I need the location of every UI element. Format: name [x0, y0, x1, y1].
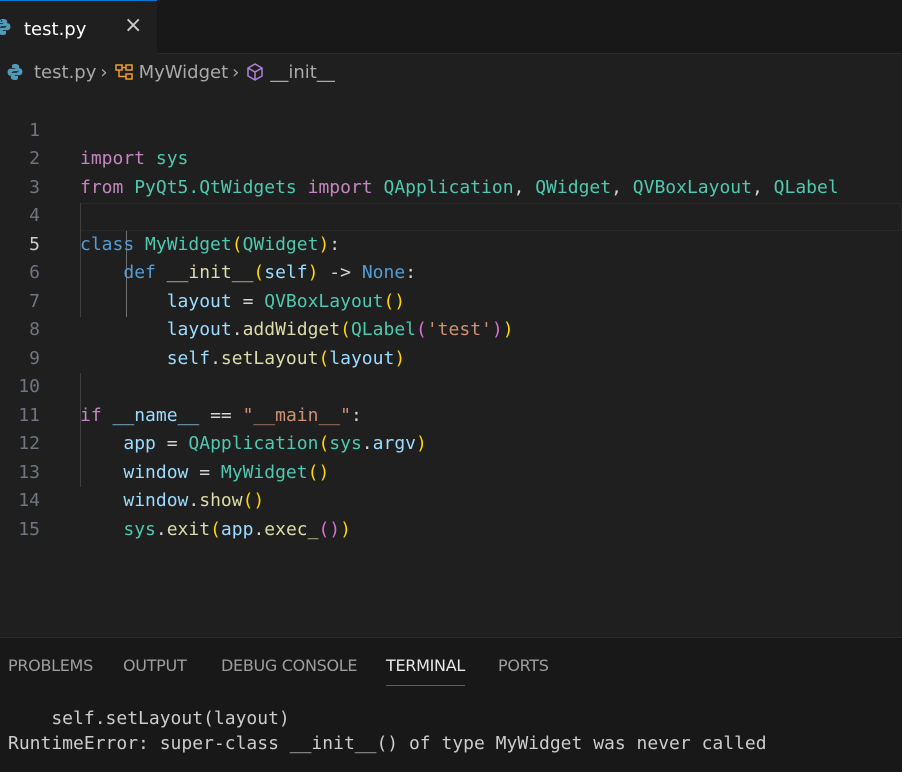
chevron-right-icon: › [232, 61, 240, 83]
code-line: 14 sys.exit(app.exec_()) [0, 459, 902, 540]
tab-label: test.py [24, 19, 87, 40]
code-line: 7 layout.addWidget(QLabel('test')) [0, 259, 902, 341]
editor-tab-bar: test.py × [0, 0, 902, 54]
bottom-panel: PROBLEMS OUTPUT DEBUG CONSOLE TERMINAL P… [0, 637, 902, 772]
code-line: 6 layout = QVBoxLayout() [0, 231, 902, 312]
code-line: 4 class MyWidget(QWidget): [0, 174, 902, 255]
code-line: 15 [0, 487, 902, 540]
code-line: 13 window.show() [0, 430, 902, 512]
close-tab-icon[interactable]: × [124, 14, 142, 38]
code-line: 8 self.setLayout(layout) [0, 288, 902, 369]
tab-ports[interactable]: PORTS [498, 656, 549, 675]
tab-terminal[interactable]: TERMINAL [386, 656, 465, 686]
terminal-line: RuntimeError: super-class __init__() of … [8, 733, 767, 754]
breadcrumb-method-label: __init__ [270, 61, 335, 83]
terminal-line: self.setLayout(layout) [8, 708, 290, 729]
breadcrumb: test.py › MyWidget › __init__ [0, 58, 335, 86]
breadcrumb-file[interactable]: test.py [6, 62, 96, 83]
code-line: 9 [0, 316, 902, 369]
code-line: 10 if __name__ == "__main__": [0, 345, 902, 426]
python-file-icon [7, 64, 23, 80]
python-file-icon [0, 19, 11, 35]
terminal-output[interactable]: self.setLayout(layout) RuntimeError: supe… [8, 706, 767, 756]
breadcrumb-class[interactable]: MyWidget [114, 61, 229, 83]
code-editor[interactable]: 1 import sys 2 from PyQt5.QtWidgets impo… [0, 88, 902, 636]
code-line: 5 def __init__(self) -> None: [0, 202, 902, 284]
code-line: 1 import sys [0, 88, 902, 170]
tab-debug-console[interactable]: DEBUG CONSOLE [221, 656, 358, 675]
breadcrumb-class-label: MyWidget [138, 61, 229, 83]
code-line: 12 window = MyWidget() [0, 402, 902, 483]
breadcrumb-file-label: test.py [34, 61, 97, 83]
tab-test-py[interactable]: test.py × [0, 0, 157, 54]
class-symbol-icon [114, 64, 133, 80]
method-cube-icon [247, 63, 264, 81]
tab-problems[interactable]: PROBLEMS [8, 656, 93, 675]
code-line: 11 app = QApplication(sys.argv) [0, 373, 902, 455]
breadcrumb-method[interactable]: __init__ [245, 61, 335, 83]
code-line: 2 from PyQt5.QtWidgets import QApplicati… [0, 117, 902, 198]
chevron-right-icon: › [100, 61, 108, 83]
line-number: 15 [18, 518, 40, 540]
tab-output[interactable]: OUTPUT [123, 656, 187, 675]
code-line: 3 [0, 145, 902, 198]
